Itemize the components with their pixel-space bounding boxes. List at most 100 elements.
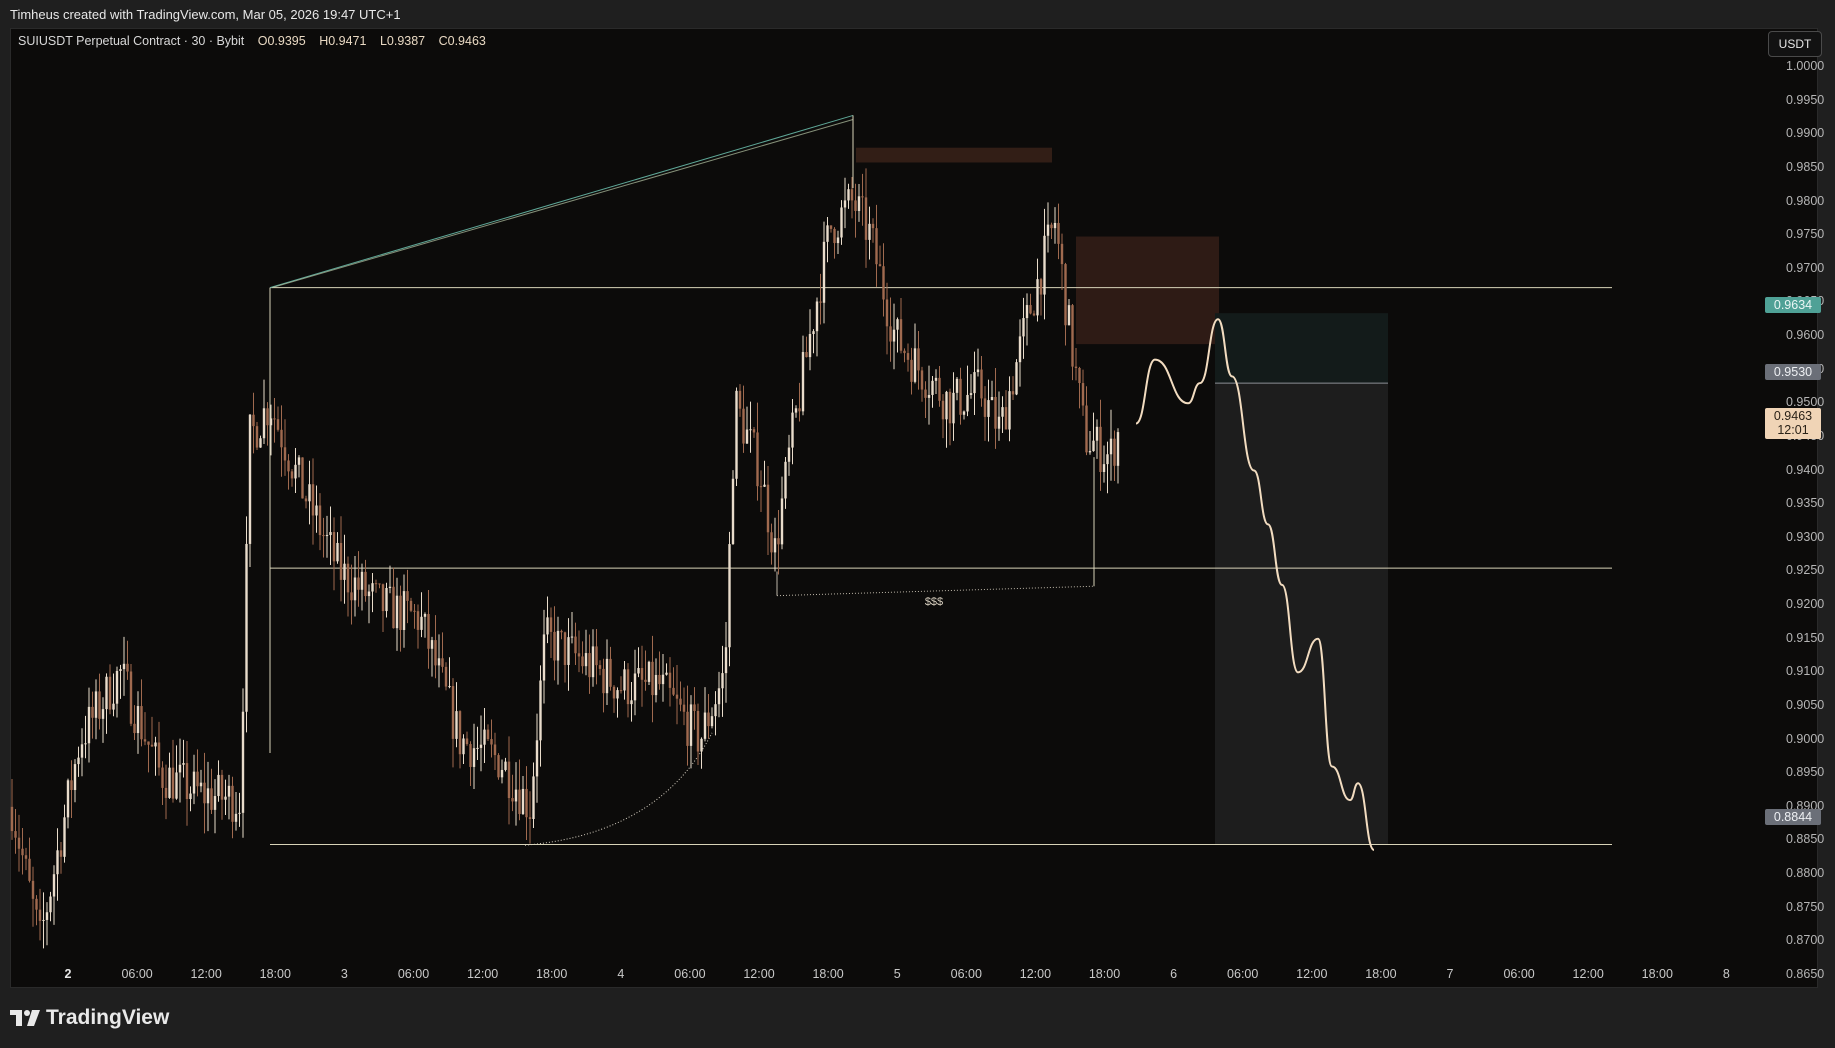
candle-body (903, 350, 906, 354)
candle-body (332, 532, 336, 562)
position-profit-zone[interactable] (1215, 313, 1388, 384)
candle-body (73, 764, 77, 791)
candle-body (308, 484, 311, 502)
candle-body (1008, 391, 1011, 430)
candle-body (234, 813, 238, 822)
price-chart[interactable]: $$$ (10, 28, 1818, 988)
candle-body (220, 774, 224, 800)
liquidity-line[interactable] (776, 585, 1095, 597)
order-block-zone[interactable] (1076, 236, 1219, 345)
trendline-secondary[interactable] (271, 118, 854, 289)
candle-body (959, 378, 962, 415)
candle-body (105, 676, 108, 710)
candle-body (115, 670, 119, 704)
candle-body (892, 329, 896, 342)
candle-body (140, 706, 143, 740)
candle-body (815, 301, 819, 332)
candle-body (707, 712, 710, 727)
candle-body (1011, 391, 1015, 395)
time-axis-label: 8 (1722, 967, 1730, 981)
candle-body (1092, 440, 1095, 452)
symbol-title[interactable]: SUIUSDT Perpetual Contract · 30 · Bybit (18, 34, 244, 48)
candle-body (906, 353, 910, 360)
entry-price-badge: 0.9530 (1765, 364, 1821, 380)
candle-body (994, 397, 997, 429)
candle-body (742, 408, 745, 444)
candle-body (696, 710, 700, 752)
candle-body (245, 543, 248, 712)
candle-body (1081, 383, 1085, 406)
price-axis-label: 0.9400 (1786, 462, 1825, 477)
candle-body (700, 738, 703, 752)
candle-body (1001, 407, 1004, 417)
price-axis-label: 0.9700 (1786, 260, 1825, 275)
symbol-legend[interactable]: SUIUSDT Perpetual Contract · 30 · Bybit … (18, 34, 490, 48)
candle-body (717, 688, 721, 705)
candle-body (52, 874, 56, 897)
currency-button[interactable]: USDT (1768, 31, 1822, 57)
candle-body (542, 634, 546, 681)
candle-body (661, 674, 665, 685)
candle-body (945, 391, 948, 420)
candle-body (791, 412, 794, 448)
supply-zone[interactable] (856, 147, 1052, 163)
candle-body (1078, 367, 1081, 384)
position-risk-zone[interactable] (1215, 383, 1388, 845)
candle-body (885, 299, 889, 327)
candle-body (385, 587, 388, 612)
candle-body (1015, 362, 1018, 395)
time-axis-label: 7 (1446, 967, 1454, 981)
candle-body (780, 498, 784, 545)
candle-body (413, 610, 416, 612)
candle-body (63, 817, 66, 857)
time-axis-label: 18:00 (1641, 967, 1673, 981)
price-axis-label: 0.9200 (1786, 597, 1825, 612)
liquidity-label: $$$ (925, 596, 943, 608)
candle-body (819, 301, 822, 303)
candle-body (948, 391, 952, 424)
candle-body (343, 563, 346, 580)
trendline[interactable] (269, 114, 854, 289)
candle-body (731, 478, 735, 545)
candle-body (290, 471, 294, 479)
candle-body (973, 372, 976, 394)
candle-body (808, 334, 812, 358)
candle-body (395, 595, 399, 629)
candle-body (1095, 426, 1099, 441)
candle-body (640, 668, 644, 680)
candle-body (434, 640, 437, 666)
candle-body (441, 658, 444, 667)
tradingview-logo[interactable]: TradingView (10, 1006, 169, 1030)
candle-body (1025, 305, 1029, 319)
candle-body (574, 636, 577, 654)
candle-body (423, 614, 427, 617)
candle-body (164, 787, 168, 798)
candle-body (213, 796, 217, 810)
take-profit-price-badge: 0.9634 (1765, 297, 1821, 313)
candle-body (955, 378, 959, 393)
candle-body (1109, 438, 1113, 455)
candle-body (203, 782, 206, 804)
candle-body (626, 669, 630, 705)
candle-body (70, 780, 73, 791)
bar-countdown: 12:01 (1777, 423, 1809, 437)
accumulation-curve[interactable] (524, 732, 713, 846)
candle-body (42, 919, 45, 921)
candle-body (287, 460, 290, 472)
price-axis-label: 0.8850 (1786, 832, 1825, 847)
candle-body (777, 538, 780, 545)
candle-body (605, 658, 609, 694)
candle-body (668, 672, 672, 688)
candle-body (714, 704, 717, 717)
candle-body (399, 595, 402, 630)
candle-body (619, 690, 623, 692)
candle-body (189, 793, 192, 800)
candle-body (458, 711, 462, 755)
candle-body (689, 704, 693, 746)
candle-body (350, 592, 353, 601)
candle-body (752, 429, 756, 433)
candle-body (28, 858, 31, 881)
candle-body (455, 711, 458, 739)
candle-body (840, 207, 843, 238)
candle-body (826, 225, 829, 242)
